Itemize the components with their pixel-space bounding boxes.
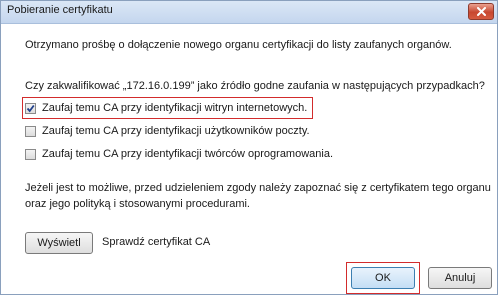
option-email-users[interactable]: Zaufaj temu CA przy identyfikacji użytko… — [25, 122, 310, 140]
option-software-developers-checkbox[interactable] — [25, 148, 36, 160]
ok-button[interactable]: OK — [351, 267, 415, 289]
checkmark-icon — [26, 104, 35, 112]
option-websites[interactable]: Zaufaj temu CA przy identyfikacji witryn… — [25, 99, 307, 117]
intro-text: Otrzymano prośbę o dołączenie nowego org… — [25, 39, 452, 51]
option-websites-checkbox[interactable] — [25, 102, 36, 114]
option-email-users-checkbox[interactable] — [25, 125, 36, 137]
view-certificate-button[interactable]: Wyświetl — [25, 232, 93, 254]
option-websites-label: Zaufaj temu CA przy identyfikacji witryn… — [42, 102, 308, 114]
advice-text: Jeżeli jest to możliwe, przed udzielenie… — [25, 182, 491, 210]
window-title: Pobieranie certyfikatu — [7, 4, 113, 16]
close-icon — [477, 7, 486, 16]
close-button[interactable] — [468, 3, 494, 20]
dialog-body: Otrzymano prośbę o dołączenie nowego org… — [1, 23, 497, 296]
option-software-developers-label: Zaufaj temu CA przy identyfikacji twórcó… — [42, 148, 334, 160]
trust-question: Czy zakwalifikować „172.16.0.199” jako ź… — [25, 80, 485, 92]
title-bar[interactable]: Pobieranie certyfikatu — [1, 1, 497, 24]
option-software-developers[interactable]: Zaufaj temu CA przy identyfikacji twórcó… — [25, 145, 333, 163]
option-email-users-label: Zaufaj temu CA przy identyfikacji użytko… — [42, 125, 310, 137]
view-certificate-label: Sprawdź certyfikat CA — [102, 236, 211, 248]
certificate-download-dialog: Pobieranie certyfikatu Otrzymano prośbę … — [0, 0, 498, 295]
cancel-button[interactable]: Anuluj — [428, 267, 492, 289]
